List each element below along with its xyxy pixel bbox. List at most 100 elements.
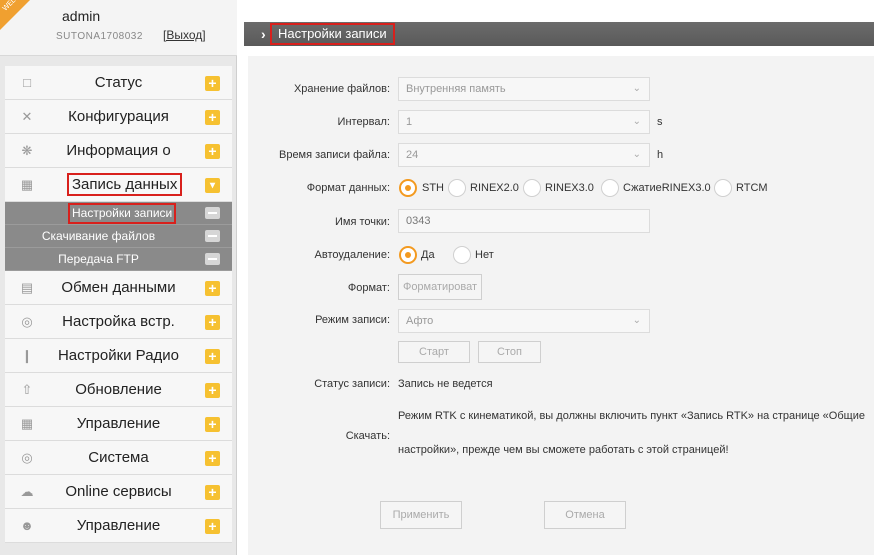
expand-plus-icon[interactable]: + bbox=[205, 485, 220, 500]
upload-icon: ⇧ bbox=[21, 381, 33, 397]
subnav-file-download[interactable]: Скачивание файлов bbox=[5, 225, 232, 248]
nav-item-system[interactable]: ◎ Система + bbox=[5, 441, 232, 475]
nav-item-configuration[interactable]: ✕ Конфигурация + bbox=[5, 100, 232, 134]
expand-plus-icon[interactable]: + bbox=[205, 281, 220, 296]
cloud-icon: ☁ bbox=[20, 483, 34, 499]
recording-mode-label: Режим записи: bbox=[315, 314, 390, 326]
nav-label: Online сервисы bbox=[65, 483, 172, 500]
cancel-button[interactable]: Отмена bbox=[544, 501, 626, 529]
radio-label: СжатиеRINEX3.0 bbox=[623, 182, 711, 194]
radio-label: RINEX2.0 bbox=[470, 182, 519, 194]
autodelete-label: Автоудаление: bbox=[314, 249, 390, 261]
expand-plus-icon[interactable]: + bbox=[205, 519, 220, 534]
download-note-line2: настройки», прежде чем вы сможете работа… bbox=[398, 444, 729, 456]
nav-label: Обмен данными bbox=[61, 279, 176, 296]
point-name-value: 0343 bbox=[406, 215, 431, 227]
nav-item-data-recording[interactable]: ▦ Запись данных ▾ bbox=[5, 168, 232, 202]
expand-plus-icon[interactable]: + bbox=[205, 315, 220, 330]
apply-button[interactable]: Применить bbox=[380, 501, 462, 529]
computer-icon: ▤ bbox=[20, 279, 34, 295]
nav-label: Информация о bbox=[66, 142, 171, 159]
nav-item-radio-settings[interactable]: ❙ Настройки Радио + bbox=[5, 339, 232, 373]
start-button[interactable]: Старт bbox=[398, 341, 470, 363]
satellite-icon: ❋ bbox=[21, 142, 33, 158]
recording-settings-form: Хранение файлов: Внутренняя память ⌄ Инт… bbox=[248, 56, 874, 555]
nav-label: Обновление bbox=[75, 381, 162, 398]
stop-button[interactable]: Стоп bbox=[478, 341, 541, 363]
nav-label: Конфигурация bbox=[68, 108, 169, 125]
expand-plus-icon[interactable]: + bbox=[205, 110, 220, 125]
nav-item-info[interactable]: ❋ Информация о + bbox=[5, 134, 232, 168]
radio-label: STH bbox=[422, 182, 444, 194]
minus-icon bbox=[205, 230, 220, 242]
expand-plus-icon[interactable]: + bbox=[205, 417, 220, 432]
device-serial: SUTONA1708032 bbox=[56, 31, 143, 42]
format-disk-button[interactable]: Форматироват bbox=[398, 274, 482, 300]
recording-status-value: Запись не ведется bbox=[398, 378, 493, 390]
radio-format-rtcm[interactable] bbox=[714, 179, 732, 197]
username: admin bbox=[62, 8, 101, 24]
subnav-ftp-transfer[interactable]: Передача FTP bbox=[5, 248, 232, 271]
duration-value: 24 bbox=[406, 149, 419, 161]
storage-select[interactable]: Внутренняя память ⌄ bbox=[398, 77, 650, 101]
user-icon: ☻ bbox=[20, 517, 34, 533]
recording-mode-select[interactable]: Афто ⌄ bbox=[398, 309, 650, 333]
subnav-recording-settings[interactable]: Настройки записи bbox=[5, 202, 232, 225]
radio-label: Да bbox=[421, 249, 435, 261]
radio-label: RTCM bbox=[736, 182, 768, 194]
calendar-icon: ▦ bbox=[20, 415, 34, 431]
antenna-icon: ❙ bbox=[21, 347, 33, 363]
expand-plus-icon[interactable]: + bbox=[205, 349, 220, 364]
nav-item-update[interactable]: ⇧ Обновление + bbox=[5, 373, 232, 407]
nav-item-builtin-settings[interactable]: ◎ Настройка встр. + bbox=[5, 305, 232, 339]
page-title: Настройки записи bbox=[270, 23, 395, 45]
radio-format-rinex3[interactable] bbox=[523, 179, 541, 197]
radio-format-compressed-rinex3[interactable] bbox=[601, 179, 619, 197]
main-content: › Настройки записи Хранение файлов: Внут… bbox=[244, 0, 881, 555]
subnav-label: Передача FTP bbox=[58, 252, 139, 266]
expand-plus-icon[interactable]: + bbox=[205, 383, 220, 398]
nav-item-status[interactable]: □ Статус + bbox=[5, 66, 232, 100]
radio-format-rinex2[interactable] bbox=[448, 179, 466, 197]
radio-label: RINEX3.0 bbox=[545, 182, 594, 194]
user-panel: WELCOME admin SUTONA1708032 [Выход] bbox=[0, 0, 237, 56]
chevron-down-icon: ⌄ bbox=[632, 315, 641, 326]
globe-icon: ◎ bbox=[21, 449, 33, 465]
download-label: Скачать: bbox=[345, 430, 390, 442]
main-nav: □ Статус + ✕ Конфигурация + ❋ Информация… bbox=[5, 66, 232, 543]
radio-autodelete-no[interactable] bbox=[453, 246, 471, 264]
interval-select[interactable]: 1 ⌄ bbox=[398, 110, 650, 134]
expand-plus-icon[interactable]: + bbox=[205, 451, 220, 466]
nav-label: Запись данных bbox=[67, 173, 183, 196]
nav-label: Настройка встр. bbox=[62, 313, 175, 330]
expand-plus-icon[interactable]: + bbox=[205, 144, 220, 159]
logout-link[interactable]: [Выход] bbox=[163, 28, 206, 42]
interval-value: 1 bbox=[406, 116, 413, 128]
nav-item-data-exchange[interactable]: ▤ Обмен данными + bbox=[5, 271, 232, 305]
duration-select[interactable]: 24 ⌄ bbox=[398, 143, 650, 167]
data-format-label: Формат данных: bbox=[306, 182, 390, 194]
interval-unit: s bbox=[657, 116, 663, 128]
nav-item-management[interactable]: ▦ Управление + bbox=[5, 407, 232, 441]
minus-icon bbox=[205, 207, 220, 219]
subnav-label: Скачивание файлов bbox=[41, 229, 156, 243]
radio-autodelete-yes[interactable] bbox=[399, 246, 417, 264]
recording-status-label: Статус записи: bbox=[314, 378, 390, 390]
expand-plus-icon[interactable]: + bbox=[205, 76, 220, 91]
point-name-input[interactable]: 0343 bbox=[398, 209, 650, 233]
nav-label: Настройки Радио bbox=[57, 347, 180, 364]
nav-item-online-services[interactable]: ☁ Online сервисы + bbox=[5, 475, 232, 509]
chevron-down-icon: ⌄ bbox=[632, 83, 641, 94]
nav-label: Система bbox=[88, 449, 149, 466]
recording-mode-value: Афто bbox=[406, 315, 434, 327]
nav-item-user-management[interactable]: ☻ Управление + bbox=[5, 509, 232, 543]
storage-value: Внутренняя память bbox=[406, 83, 506, 95]
nav-label: Управление bbox=[76, 517, 161, 534]
radio-format-sth[interactable] bbox=[399, 179, 417, 197]
calendar-icon: ▦ bbox=[20, 176, 34, 192]
page-header: › Настройки записи bbox=[244, 22, 874, 46]
storage-label: Хранение файлов: bbox=[293, 83, 390, 95]
minus-icon bbox=[205, 253, 220, 265]
subnav-label: Настройки записи bbox=[68, 203, 177, 224]
collapse-icon[interactable]: ▾ bbox=[205, 178, 220, 193]
